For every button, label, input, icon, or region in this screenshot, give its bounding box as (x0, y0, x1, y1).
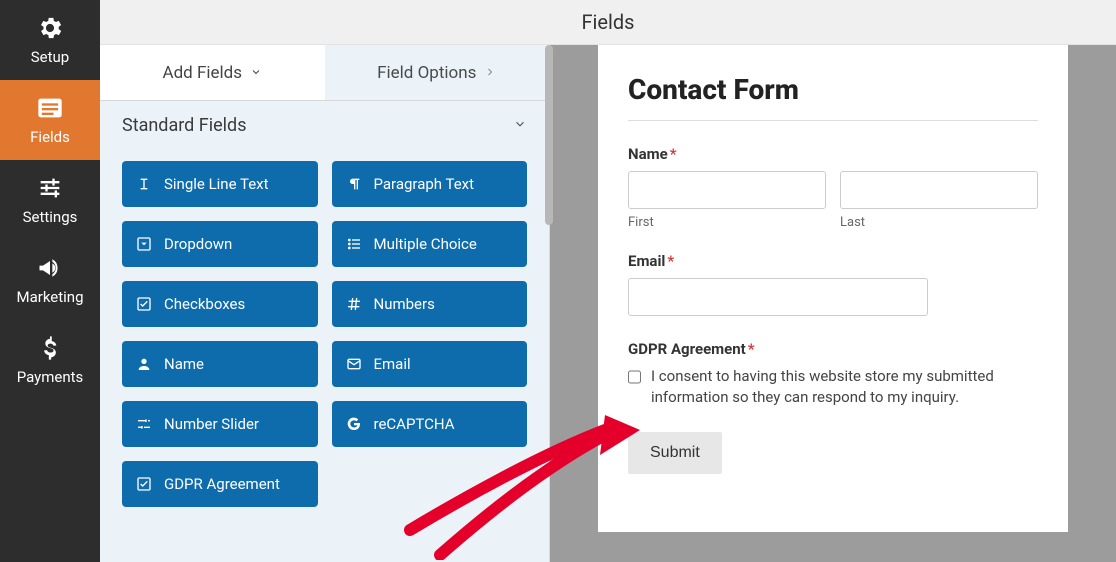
gdpr-checkbox[interactable] (628, 368, 641, 386)
panel-scrollbar[interactable] (545, 45, 553, 225)
field-label: Paragraph Text (374, 175, 475, 193)
sliders-icon (36, 174, 64, 202)
form-title: Contact Form (628, 73, 1038, 106)
tab-label: Field Options (377, 63, 476, 83)
user-icon (136, 356, 152, 372)
dollar-icon (36, 334, 64, 362)
field-checkboxes[interactable]: Checkboxes (122, 281, 318, 327)
group-header-standard-fields[interactable]: Standard Fields (100, 101, 549, 149)
last-name-sublabel: Last (840, 215, 1038, 230)
email-label: Email* (628, 252, 1038, 270)
gdpr-label: GDPR Agreement* (628, 340, 1038, 358)
first-name-input[interactable] (628, 171, 826, 209)
list-ul-icon (346, 236, 362, 252)
field-single-line-text[interactable]: Single Line Text (122, 161, 318, 207)
caret-down-sq-icon (136, 236, 152, 252)
paragraph-icon (346, 176, 362, 192)
form-preview-area: Contact Form Name* First Last Email* (550, 45, 1116, 562)
nav-settings[interactable]: Settings (0, 160, 100, 240)
group-title: Standard Fields (122, 115, 247, 136)
hash-icon (346, 296, 362, 312)
field-label: Single Line Text (164, 175, 269, 193)
last-name-input[interactable] (840, 171, 1038, 209)
required-marker: * (748, 340, 755, 358)
check-square-icon (136, 296, 152, 312)
envelope-icon (346, 356, 362, 372)
topbar: Fields (100, 0, 1116, 45)
nav-fields[interactable]: Fields (0, 80, 100, 160)
field-email[interactable]: Email (332, 341, 528, 387)
field-label: Name (164, 355, 204, 373)
nav-label: Settings (23, 208, 78, 226)
nav-marketing[interactable]: Marketing (0, 240, 100, 320)
submit-button[interactable]: Submit (628, 432, 722, 474)
google-icon (346, 416, 362, 432)
fields-grid: Single Line Text Paragraph Text Dropdown… (100, 149, 549, 537)
list-icon (36, 94, 64, 122)
nav-label: Marketing (16, 288, 83, 306)
field-label: Email (374, 355, 411, 373)
page-title: Fields (582, 10, 635, 34)
field-numbers[interactable]: Numbers (332, 281, 528, 327)
chevron-down-icon (513, 115, 527, 136)
field-paragraph-text[interactable]: Paragraph Text (332, 161, 528, 207)
nav-payments[interactable]: Payments (0, 320, 100, 400)
sidebar: Setup Fields Settings Marketing Payments (0, 0, 100, 562)
tab-field-options[interactable]: Field Options (325, 45, 550, 100)
chevron-down-icon (250, 63, 262, 83)
email-input[interactable] (628, 278, 928, 316)
check-square-icon (136, 476, 152, 492)
nav-label: Fields (30, 128, 70, 146)
required-marker: * (667, 252, 674, 270)
field-label: Checkboxes (164, 295, 245, 313)
field-label: Dropdown (164, 235, 232, 253)
chevron-right-icon (484, 63, 496, 83)
gear-icon (36, 14, 64, 42)
field-multiple-choice[interactable]: Multiple Choice (332, 221, 528, 267)
nav-setup[interactable]: Setup (0, 0, 100, 80)
field-name[interactable]: Name (122, 341, 318, 387)
field-recaptcha[interactable]: reCAPTCHA (332, 401, 528, 447)
field-label: Multiple Choice (374, 235, 477, 253)
gdpr-consent-text: I consent to having this website store m… (651, 366, 1038, 408)
name-label: Name* (628, 145, 1038, 163)
nav-label: Setup (31, 48, 69, 66)
field-dropdown[interactable]: Dropdown (122, 221, 318, 267)
form-preview: Contact Form Name* First Last Email* (598, 45, 1068, 532)
field-label: Numbers (374, 295, 435, 313)
required-marker: * (670, 145, 677, 163)
text-cursor-icon (136, 176, 152, 192)
field-label: GDPR Agreement (164, 475, 280, 493)
first-name-sublabel: First (628, 215, 826, 230)
field-label: reCAPTCHA (374, 415, 455, 433)
fields-panel: Add Fields Field Options Standard Fields (100, 45, 550, 562)
tab-label: Add Fields (162, 63, 242, 83)
bullhorn-icon (36, 254, 64, 282)
field-gdpr-agreement[interactable]: GDPR Agreement (122, 461, 318, 507)
sliders-h-icon (136, 416, 152, 432)
divider (628, 120, 1038, 121)
field-number-slider[interactable]: Number Slider (122, 401, 318, 447)
field-label: Number Slider (164, 415, 259, 433)
nav-label: Payments (17, 368, 84, 386)
tab-add-fields[interactable]: Add Fields (100, 45, 325, 100)
